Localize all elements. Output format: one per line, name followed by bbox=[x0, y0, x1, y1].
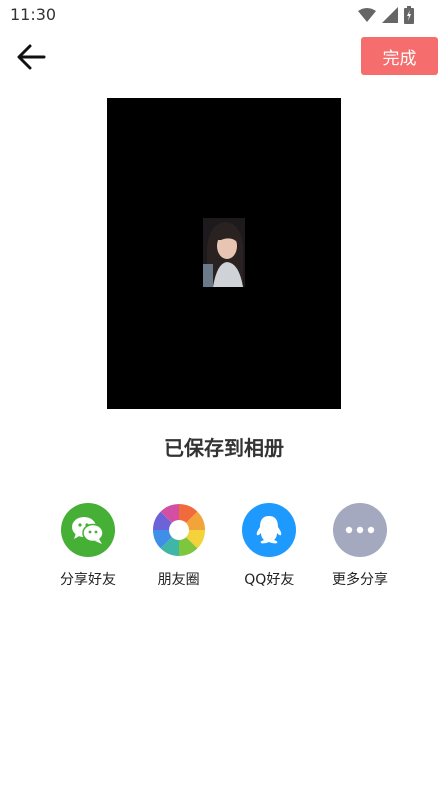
share-label: QQ好友 bbox=[244, 572, 295, 588]
share-wechat-friend[interactable]: 分享好友 bbox=[43, 503, 133, 589]
wifi-icon bbox=[358, 8, 376, 22]
saved-to-album-text: 已保存到相册 bbox=[164, 436, 284, 460]
arrow-left-icon bbox=[17, 44, 46, 70]
back-button[interactable] bbox=[14, 40, 48, 74]
share-label: 朋友圈 bbox=[157, 572, 200, 588]
wechat-icon bbox=[61, 503, 115, 557]
share-label: 更多分享 bbox=[331, 572, 388, 588]
battery-icon bbox=[404, 6, 414, 24]
signal-icon bbox=[382, 7, 398, 23]
share-options: 分享好友 朋友圈 QQ好友 更多分享 bbox=[43, 503, 405, 589]
status-bar: 11:30 bbox=[0, 0, 448, 32]
status-time: 11:30 bbox=[10, 5, 57, 24]
saved-image-preview bbox=[107, 98, 341, 409]
more-icon bbox=[332, 503, 387, 557]
share-more[interactable]: 更多分享 bbox=[315, 503, 405, 589]
top-bar: 完成 bbox=[0, 32, 448, 82]
done-button[interactable]: 完成 bbox=[361, 37, 438, 75]
portrait-thumbnail bbox=[203, 218, 245, 287]
share-label: 分享好友 bbox=[60, 572, 116, 588]
status-icons bbox=[358, 6, 414, 24]
qq-icon bbox=[242, 503, 297, 557]
share-moments[interactable]: 朋友圈 bbox=[134, 503, 224, 589]
moments-icon bbox=[151, 503, 206, 557]
share-qq-friend[interactable]: QQ好友 bbox=[224, 503, 314, 589]
